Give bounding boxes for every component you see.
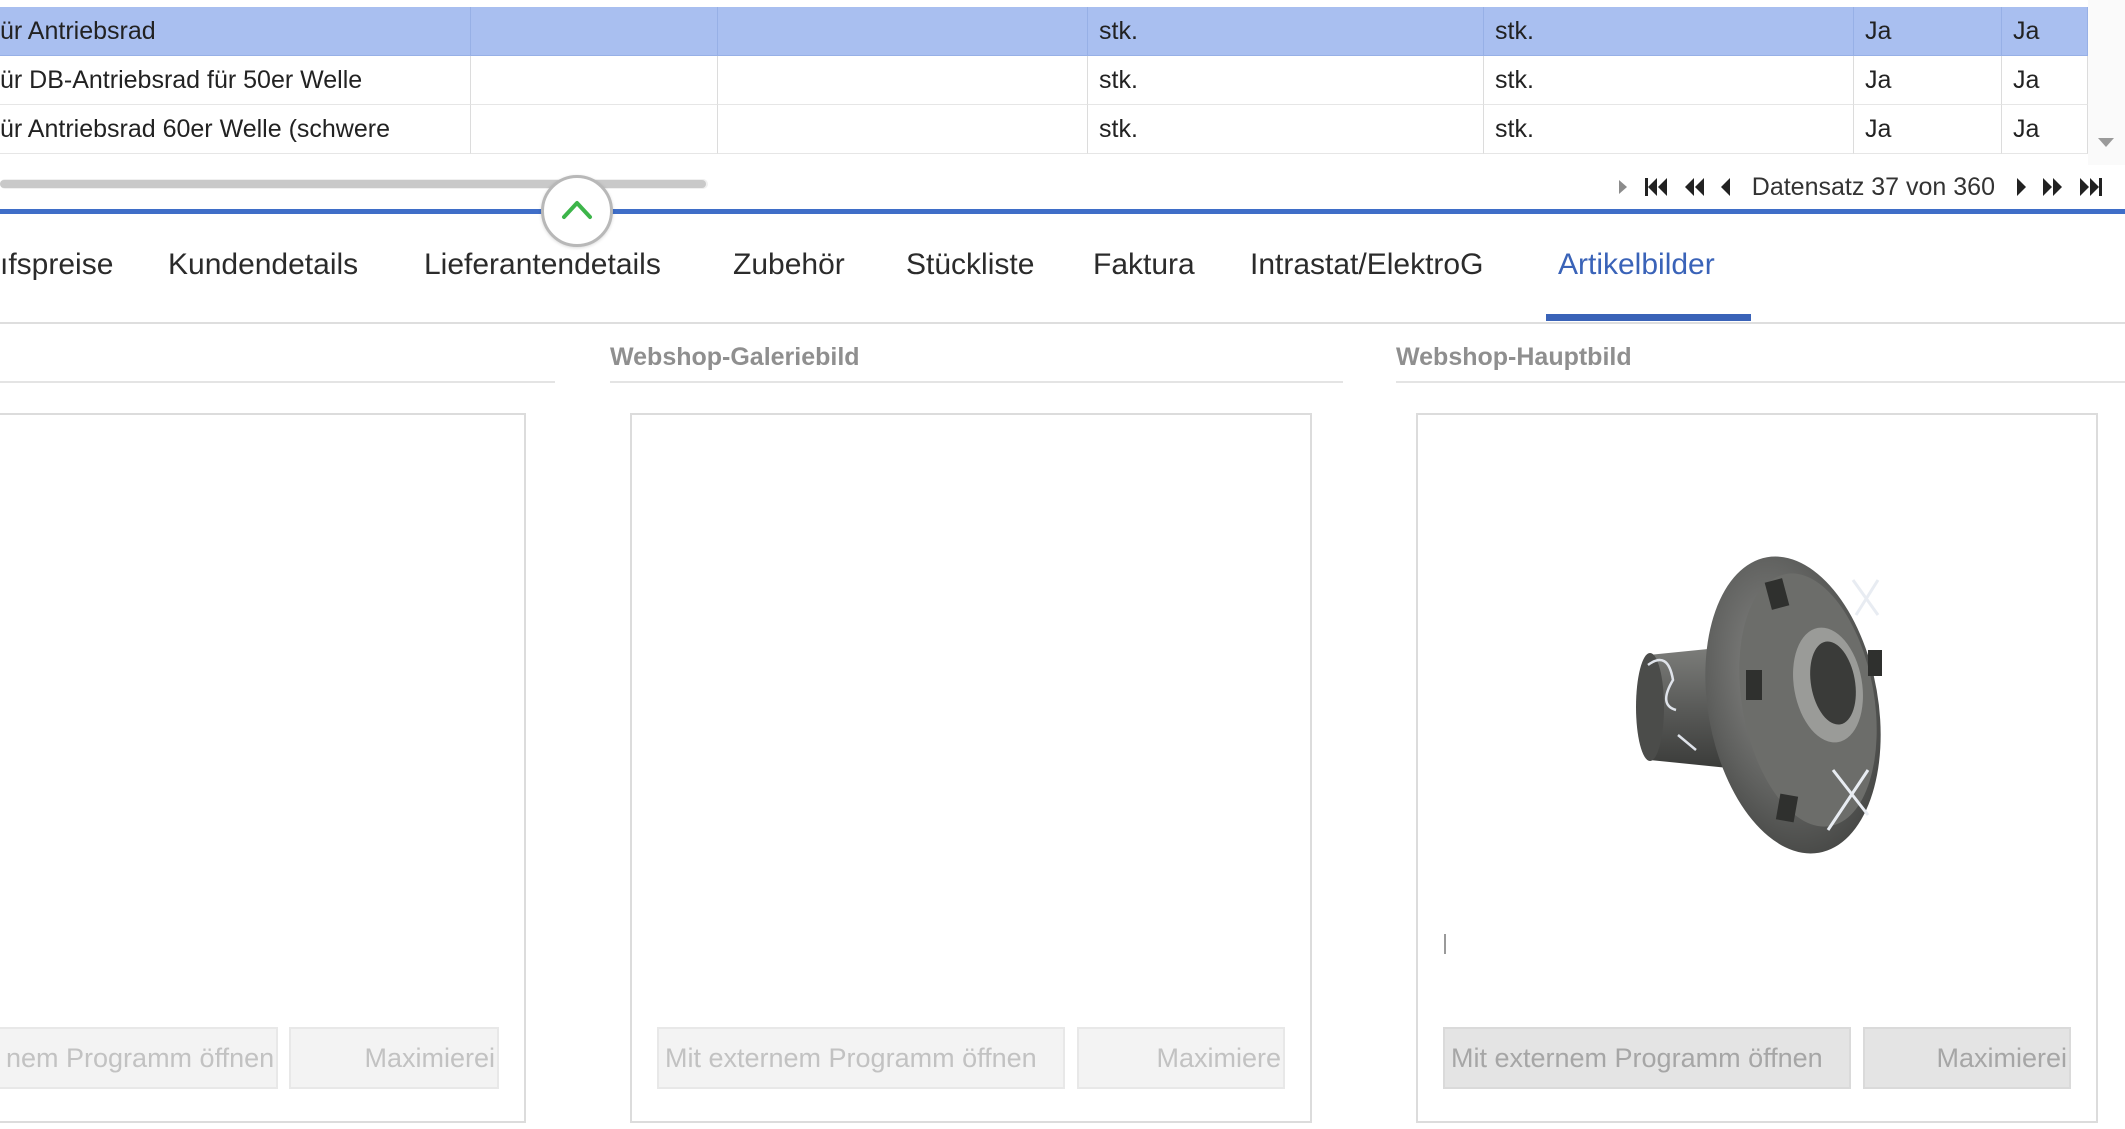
maximize-button[interactable]: Maximierei [289, 1027, 499, 1089]
group-divider [610, 381, 1343, 383]
group-title-hauptbild: Webshop-Hauptbild [1396, 343, 1632, 371]
tab-artikelbilder[interactable]: Artikelbilder [1558, 248, 1715, 282]
grid-cell-flag[interactable]: Ja [2002, 105, 2088, 154]
grid-cell[interactable] [471, 56, 718, 105]
tab-zubehoer[interactable]: Zubehör [733, 248, 845, 282]
first-record-icon[interactable] [1643, 172, 1669, 202]
grid-cell-flag[interactable]: Ja [1854, 105, 2002, 154]
grid-cell[interactable] [718, 56, 1088, 105]
grid-cell-unit[interactable]: stk. [1088, 56, 1484, 105]
grid-cell[interactable] [718, 105, 1088, 154]
grid-cell-unit[interactable]: stk. [1484, 56, 1854, 105]
open-external-button[interactable]: Mit externem Programm öffnen [1443, 1027, 1851, 1089]
active-tab-indicator [1546, 314, 1751, 321]
group-title-galeriebild: Webshop-Galeriebild [610, 343, 860, 371]
next-page-icon[interactable] [2042, 172, 2064, 202]
image-frame-1 [0, 413, 526, 1123]
previous-record-icon[interactable] [1719, 172, 1731, 202]
record-status: Datensatz 37 von 360 [1751, 172, 1995, 201]
tab-faktura[interactable]: Faktura [1093, 248, 1195, 282]
grid-cell-flag[interactable]: Ja [2002, 7, 2088, 56]
grid-cell[interactable] [718, 7, 1088, 56]
grid-cell[interactable] [471, 7, 718, 56]
text-cursor [1444, 934, 1446, 954]
grid-cell-flag[interactable]: Ja [1854, 56, 2002, 105]
tab-stueckliste[interactable]: Stückliste [906, 248, 1034, 282]
grid-cell[interactable] [471, 105, 718, 154]
scroll-down-icon[interactable] [2098, 138, 2114, 147]
previous-page-icon[interactable] [1683, 172, 1705, 202]
record-navigator: Datensatz 37 von 360 [1610, 165, 2111, 209]
table-row[interactable]: ür Antriebsrad 60er Welle (schwere stk. … [0, 105, 2088, 154]
image-frame-galeriebild [630, 413, 1312, 1123]
grid-cell-flag[interactable]: Ja [1854, 7, 2002, 56]
group-divider [1396, 381, 2125, 383]
next-record-icon[interactable] [2016, 172, 2028, 202]
tab-intrastat-elektrog[interactable]: Intrastat/ElektroG [1250, 248, 1483, 282]
detail-tabs: ıfspreise Kundendetails Lieferantendetai… [0, 214, 2125, 324]
grid-cell-unit[interactable]: stk. [1088, 7, 1484, 56]
group-divider [0, 381, 555, 383]
open-external-button[interactable]: Mit externem Programm öffnen [657, 1027, 1065, 1089]
grid-cell-description[interactable]: ür DB-Antriebsrad für 50er Welle [0, 56, 471, 105]
grid-cell-unit[interactable]: stk. [1484, 7, 1854, 56]
grid-cell-description[interactable]: ür Antriebsrad [0, 7, 471, 56]
grid-cell-description[interactable]: ür Antriebsrad 60er Welle (schwere [0, 105, 471, 154]
image-frame-hauptbild [1416, 413, 2098, 1123]
last-record-icon[interactable] [2078, 172, 2104, 202]
tab-lieferantendetails[interactable]: Lieferantendetails [424, 248, 661, 282]
maximize-button[interactable]: Maximiere [1077, 1027, 1285, 1089]
table-row[interactable]: ür DB-Antriebsrad für 50er Welle stk. st… [0, 56, 2088, 105]
tab-einkaufspreise[interactable]: ıfspreise [0, 248, 113, 282]
product-image [1636, 556, 1882, 854]
grid-cell-unit[interactable]: stk. [1484, 105, 1854, 154]
article-grid: ür Antriebsrad stk. stk. Ja Ja ür DB-Ant… [0, 0, 2088, 165]
grid-cell-flag[interactable]: Ja [2002, 56, 2088, 105]
maximize-button[interactable]: Maximierei [1863, 1027, 2071, 1089]
current-record-marker-icon [1617, 172, 1629, 202]
tab-kundendetails[interactable]: Kundendetails [168, 248, 358, 282]
grid-footer: Datensatz 37 von 360 [0, 165, 2125, 209]
grid-cell-unit[interactable]: stk. [1088, 105, 1484, 154]
open-external-button[interactable]: nem Programm öffnen [0, 1027, 278, 1089]
table-row[interactable]: ür Antriebsrad stk. stk. Ja Ja [0, 7, 2088, 56]
